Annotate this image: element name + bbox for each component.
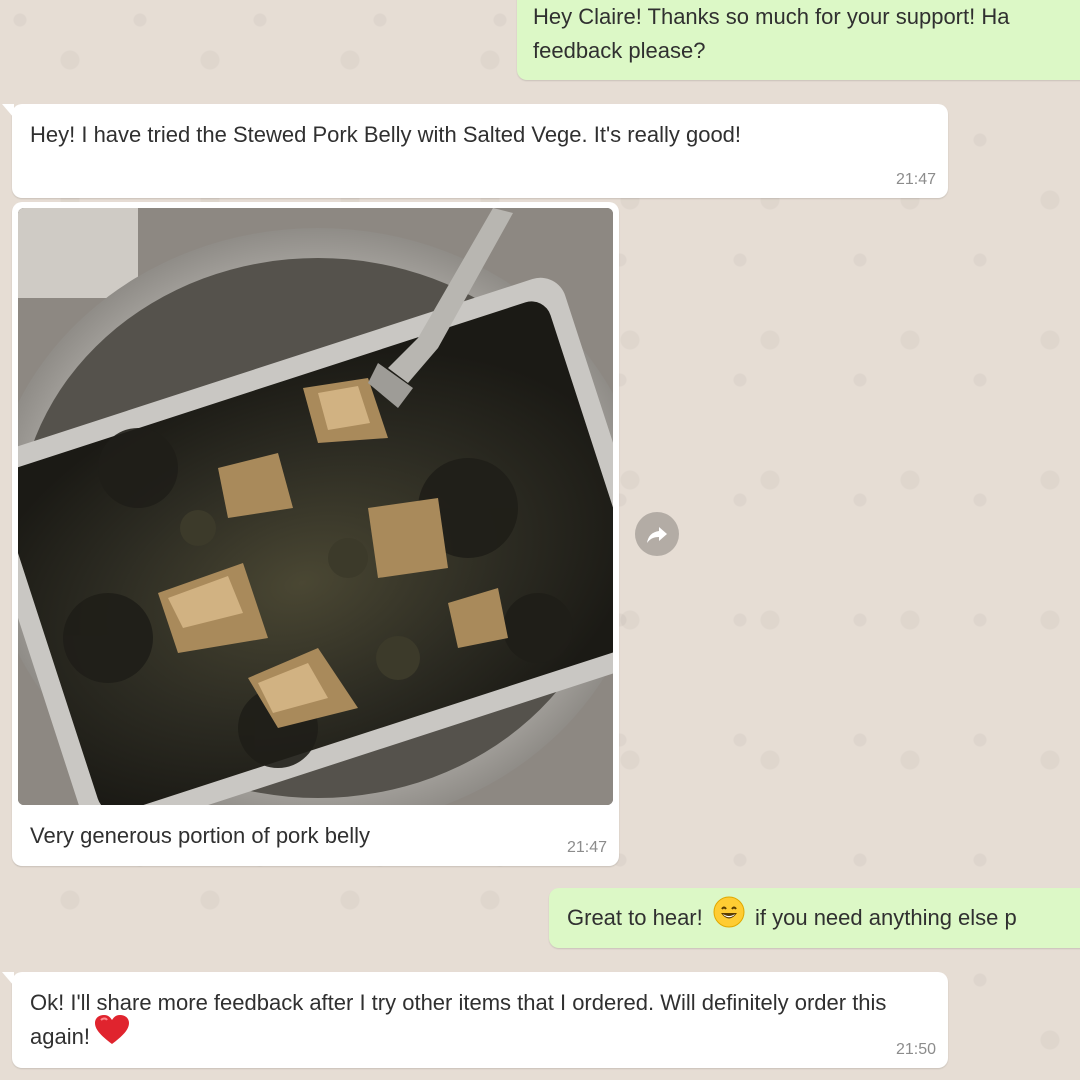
outgoing-message-bubble[interactable]: Great to hear! if you need anything else… — [549, 888, 1080, 948]
forward-button[interactable] — [635, 512, 679, 556]
message-text: Hey! I have tried the Stewed Pork Belly … — [30, 122, 742, 147]
grinning-face-emoji-icon — [713, 896, 745, 938]
message-text: Hey Claire! Thanks so much for your supp… — [533, 4, 1016, 63]
forward-arrow-icon — [647, 527, 667, 543]
message-timestamp: 21:50 — [895, 1041, 936, 1058]
message-timestamp: 21:47 — [895, 171, 936, 188]
red-heart-emoji-icon — [94, 1014, 130, 1056]
message-timestamp: 21:47 — [566, 839, 607, 856]
incoming-message-bubble[interactable]: Ok! I'll share more feedback after I try… — [2, 972, 948, 1068]
incoming-image-message[interactable]: Very generous portion of pork belly 21:4… — [12, 202, 619, 866]
pork-belly-photo — [18, 208, 613, 805]
incoming-message-bubble[interactable]: Hey! I have tried the Stewed Pork Belly … — [2, 104, 948, 198]
outgoing-message-bubble[interactable]: Hey Claire! Thanks so much for your supp… — [517, 0, 1080, 80]
message-text: Great to hear! — [567, 904, 703, 930]
message-text: Ok! I'll share more feedback after I try… — [30, 986, 930, 1056]
image-caption: Very generous portion of pork belly — [30, 823, 370, 848]
message-text: if you need anything else p — [755, 904, 1017, 930]
food-photo[interactable] — [18, 208, 613, 805]
